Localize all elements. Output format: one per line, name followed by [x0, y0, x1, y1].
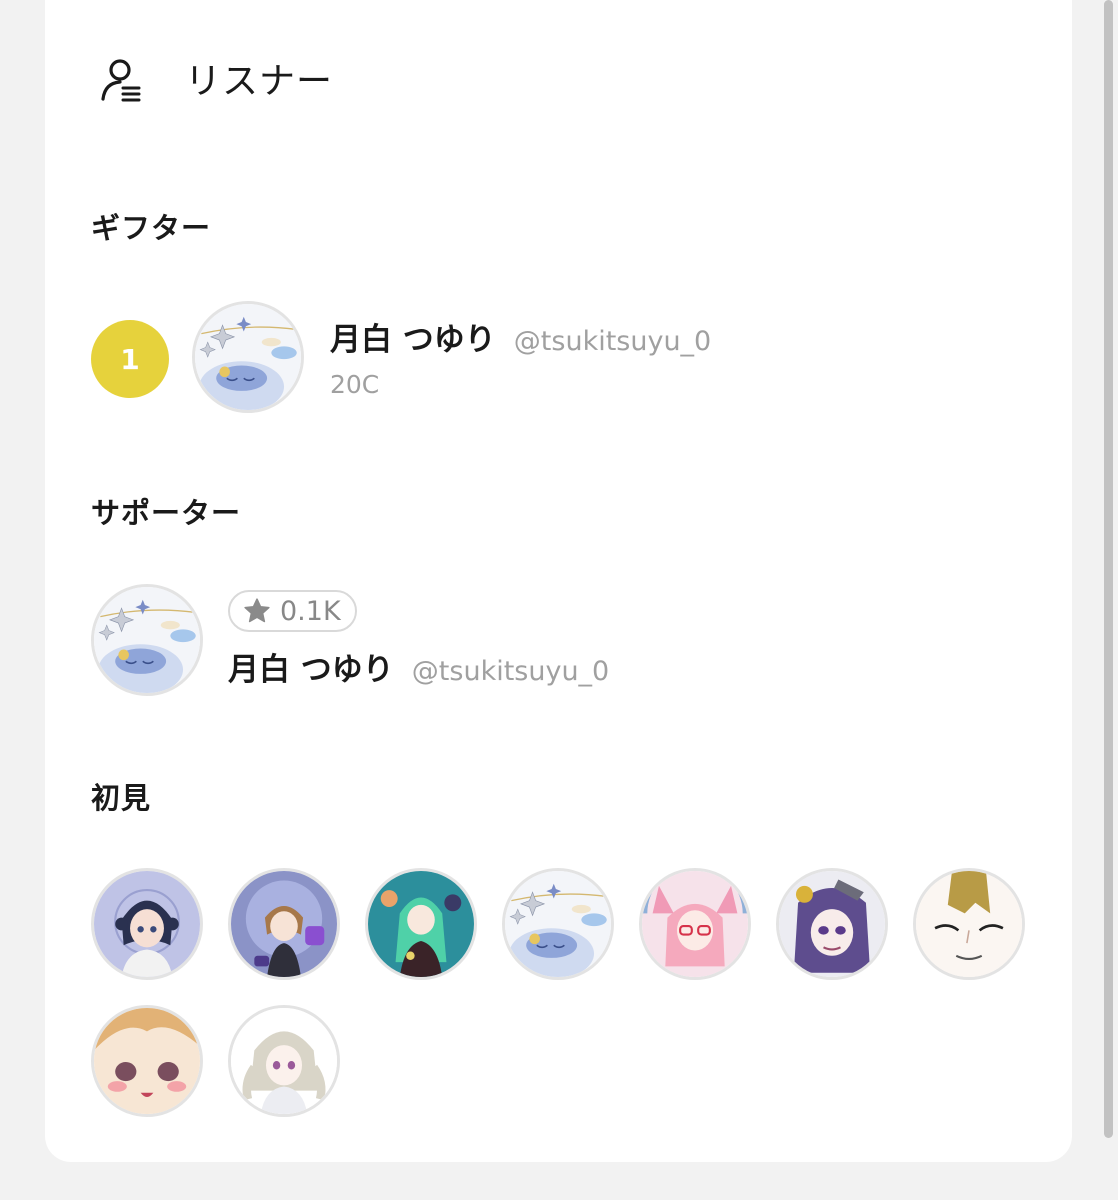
avatar-image — [231, 1008, 337, 1114]
gifter-avatar[interactable] — [192, 301, 304, 413]
gift-amount: 20C — [330, 370, 380, 399]
first-timer-avatar[interactable] — [228, 1005, 340, 1117]
avatar-image — [779, 871, 885, 977]
star-count-badge: 0.1K — [228, 590, 357, 632]
star-icon — [244, 598, 270, 623]
listener-icon — [101, 59, 141, 102]
avatar-image — [94, 1008, 200, 1114]
scrollbar-thumb[interactable] — [1104, 0, 1113, 1138]
first-timer-avatar[interactable] — [228, 868, 340, 980]
avatar-image — [94, 871, 200, 977]
avatar-image — [505, 871, 611, 977]
supporter-avatar[interactable] — [91, 584, 203, 696]
avatar-image — [642, 871, 748, 977]
first-timer-avatar[interactable] — [639, 868, 751, 980]
gifter-name: 月白 つゆり — [330, 322, 496, 358]
first-timer-avatar[interactable] — [91, 1005, 203, 1117]
avatar-image — [231, 871, 337, 977]
first-timer-avatar[interactable] — [502, 868, 614, 980]
star-count: 0.1K — [280, 595, 341, 627]
first-timer-avatar[interactable] — [91, 868, 203, 980]
supporter-name-line[interactable]: 月白 つゆり @tsukitsuyu_0 — [228, 644, 609, 689]
supporter-handle: @tsukitsuyu_0 — [411, 656, 610, 687]
avatar-image — [368, 871, 474, 977]
supporter-name: 月白 つゆり — [228, 652, 394, 688]
panel-header: リスナー — [95, 50, 333, 106]
listener-panel: リスナー ギフター 1 月白 つゆり @tsukitsuyu_0 20C サポー… — [45, 0, 1072, 1162]
first-timer-avatar[interactable] — [776, 868, 888, 980]
first-timer-section-title: 初見 — [91, 781, 152, 815]
gifter-section-title: ギフター — [91, 211, 212, 245]
avatar-image — [94, 587, 200, 693]
supporter-section-title: サポーター — [91, 496, 242, 530]
first-timer-avatar[interactable] — [365, 868, 477, 980]
page-title: リスナー — [185, 61, 334, 102]
scrollbar[interactable] — [1100, 0, 1118, 1200]
gifter-name-line[interactable]: 月白 つゆり @tsukitsuyu_0 — [330, 314, 711, 359]
rank-badge: 1 — [91, 320, 169, 398]
first-timer-avatar[interactable] — [913, 868, 1025, 980]
avatar-image — [195, 304, 301, 410]
gifter-handle: @tsukitsuyu_0 — [513, 326, 712, 357]
avatar-image — [916, 871, 1022, 977]
